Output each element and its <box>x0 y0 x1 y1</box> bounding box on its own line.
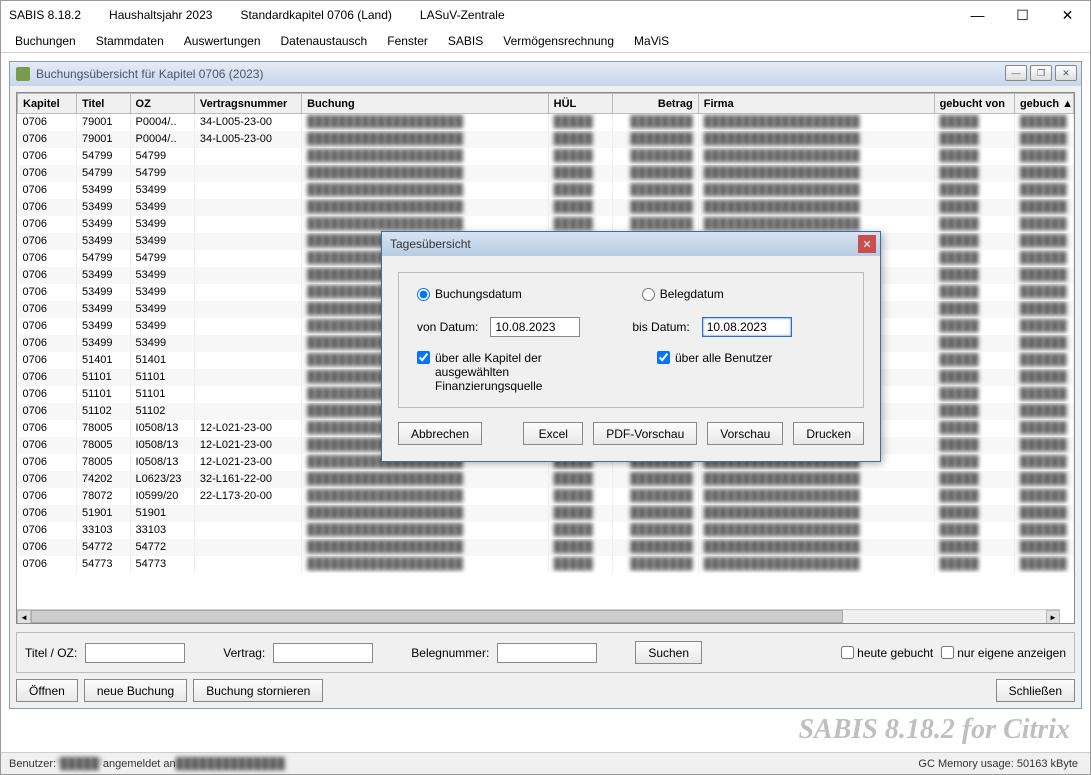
search-button[interactable]: Suchen <box>635 641 702 664</box>
menu-fenster[interactable]: Fenster <box>377 31 438 51</box>
pdf-preview-button[interactable]: PDF-Vorschau <box>593 422 697 445</box>
scroll-right[interactable]: ► <box>1046 610 1060 624</box>
maximize-button[interactable]: ☐ <box>1000 1 1045 29</box>
col-header[interactable]: Kapitel <box>18 94 77 114</box>
table-row[interactable]: 07065479954799██████████████████████████… <box>18 148 1074 165</box>
cb-own[interactable]: nur eigene anzeigen <box>941 646 1066 660</box>
close-child-button[interactable]: Schließen <box>996 679 1075 702</box>
col-header[interactable]: Vertragsnummer <box>194 94 301 114</box>
preview-button[interactable]: Vorschau <box>707 422 783 445</box>
table-row[interactable]: 070679001P0004/..34-L005-23-00██████████… <box>18 114 1074 131</box>
col-header[interactable]: gebuch ▲ <box>1014 94 1073 114</box>
menu-sabis[interactable]: SABIS <box>438 31 493 51</box>
col-header[interactable]: OZ <box>130 94 194 114</box>
col-header[interactable]: Betrag <box>612 94 698 114</box>
from-date-input[interactable] <box>490 317 580 337</box>
menu-auswertungen[interactable]: Auswertungen <box>174 31 271 51</box>
table-row[interactable]: 07063310333103██████████████████████████… <box>18 522 1074 539</box>
table-row[interactable]: 07065477354773██████████████████████████… <box>18 556 1074 573</box>
status-gc: GC Memory usage: 50163 kByte <box>918 758 1078 770</box>
child-maximize[interactable]: ❐ <box>1030 65 1052 81</box>
to-date-label: bis Datum: <box>632 320 689 334</box>
statusbar: Benutzer: "█████" angemeldet an ████████… <box>1 752 1090 774</box>
menu-vermögensrechnung[interactable]: Vermögensrechnung <box>493 31 624 51</box>
dialog-titlebar: Tagesübersicht ✕ <box>382 232 880 256</box>
minimize-button[interactable]: — <box>955 1 1000 29</box>
col-header[interactable]: Titel <box>76 94 130 114</box>
child-title: Buchungsübersicht für Kapitel 0706 (2023… <box>36 67 263 81</box>
child-titlebar: Buchungsübersicht für Kapitel 0706 (2023… <box>10 62 1081 86</box>
table-row[interactable]: 070678072I0599/2022-L173-20-00██████████… <box>18 488 1074 505</box>
menu-stammdaten[interactable]: Stammdaten <box>86 31 174 51</box>
radio-buchungsdatum[interactable]: Buchungsdatum <box>417 287 522 301</box>
from-date-label: von Datum: <box>417 320 478 334</box>
dialog-cancel-button[interactable]: Abbrechen <box>398 422 482 445</box>
new-booking-button[interactable]: neue Buchung <box>84 679 187 702</box>
org-name: LASuV-Zentrale <box>420 8 505 22</box>
table-row[interactable]: 07065349953499██████████████████████████… <box>18 199 1074 216</box>
vertrag-input[interactable] <box>273 643 373 663</box>
dialog-close-button[interactable]: ✕ <box>858 235 876 253</box>
open-button[interactable]: Öffnen <box>16 679 78 702</box>
titel-input[interactable] <box>85 643 185 663</box>
fiscal-year: Haushaltsjahr 2023 <box>109 8 212 22</box>
table-row[interactable]: 070679001P0004/..34-L005-23-00██████████… <box>18 131 1074 148</box>
col-header[interactable]: HÜL <box>548 94 612 114</box>
table-row[interactable]: 07065477254772██████████████████████████… <box>18 539 1074 556</box>
menu-mavis[interactable]: MaViS <box>624 31 679 51</box>
child-close[interactable]: ✕ <box>1055 65 1077 81</box>
app-name: SABIS 8.18.2 <box>9 8 81 22</box>
beleg-input[interactable] <box>497 643 597 663</box>
table-row[interactable]: 07065190151901██████████████████████████… <box>18 505 1074 522</box>
menubar: BuchungenStammdatenAuswertungenDatenaust… <box>1 29 1090 53</box>
table-row[interactable]: 07065349953499██████████████████████████… <box>18 216 1074 233</box>
col-header[interactable]: Firma <box>698 94 934 114</box>
table-row[interactable]: 07065349953499██████████████████████████… <box>18 182 1074 199</box>
bottom-buttons: Öffnen neue Buchung Buchung stornieren S… <box>16 679 1075 702</box>
watermark: SABIS 8.18.2 for Citrix <box>798 714 1070 746</box>
scroll-left[interactable]: ◄ <box>17 610 31 624</box>
col-header[interactable]: gebucht von <box>934 94 1014 114</box>
app-icon <box>16 67 30 81</box>
child-minimize[interactable]: — <box>1005 65 1027 81</box>
cb-all-users[interactable]: über alle Benutzer <box>657 351 772 393</box>
print-button[interactable]: Drucken <box>793 422 864 445</box>
table-row[interactable]: 070674202L0623/2332-L161-22-00██████████… <box>18 471 1074 488</box>
radio-belegdatum[interactable]: Belegdatum <box>642 287 724 301</box>
table-row[interactable]: 07065479954799██████████████████████████… <box>18 165 1074 182</box>
daily-overview-dialog: Tagesübersicht ✕ Buchungsdatum Belegdatu… <box>381 231 881 462</box>
dialog-title-text: Tagesübersicht <box>390 237 471 251</box>
standard-chapter: Standardkapitel 0706 (Land) <box>240 8 391 22</box>
horizontal-scrollbar[interactable]: ◄ ► <box>17 609 1060 623</box>
scroll-thumb[interactable] <box>31 610 843 623</box>
status-user-label: Benutzer: <box>9 758 56 770</box>
status-server: ██████████████ <box>176 758 285 770</box>
menu-datenaustausch[interactable]: Datenaustausch <box>271 31 378 51</box>
excel-button[interactable]: Excel <box>523 422 583 445</box>
col-header[interactable]: Buchung <box>302 94 549 114</box>
main-titlebar: SABIS 8.18.2 Haushaltsjahr 2023 Standard… <box>1 1 1090 29</box>
cancel-booking-button[interactable]: Buchung stornieren <box>193 679 323 702</box>
cb-today[interactable]: heute gebucht <box>841 646 933 660</box>
label-vertrag: Vertrag: <box>223 646 265 660</box>
close-button[interactable]: ✕ <box>1045 1 1090 29</box>
status-logged: angemeldet an <box>103 758 176 770</box>
label-beleg: Belegnummer: <box>411 646 489 660</box>
cb-all-chapters[interactable]: über alle Kapitel der ausgewählten Finan… <box>417 351 617 393</box>
to-date-input[interactable] <box>702 317 792 337</box>
menu-buchungen[interactable]: Buchungen <box>5 31 86 51</box>
status-user: "█████" <box>56 758 103 770</box>
filter-bar: Titel / OZ: Vertrag: Belegnummer: Suchen… <box>16 632 1075 673</box>
label-titel: Titel / OZ: <box>25 646 77 660</box>
